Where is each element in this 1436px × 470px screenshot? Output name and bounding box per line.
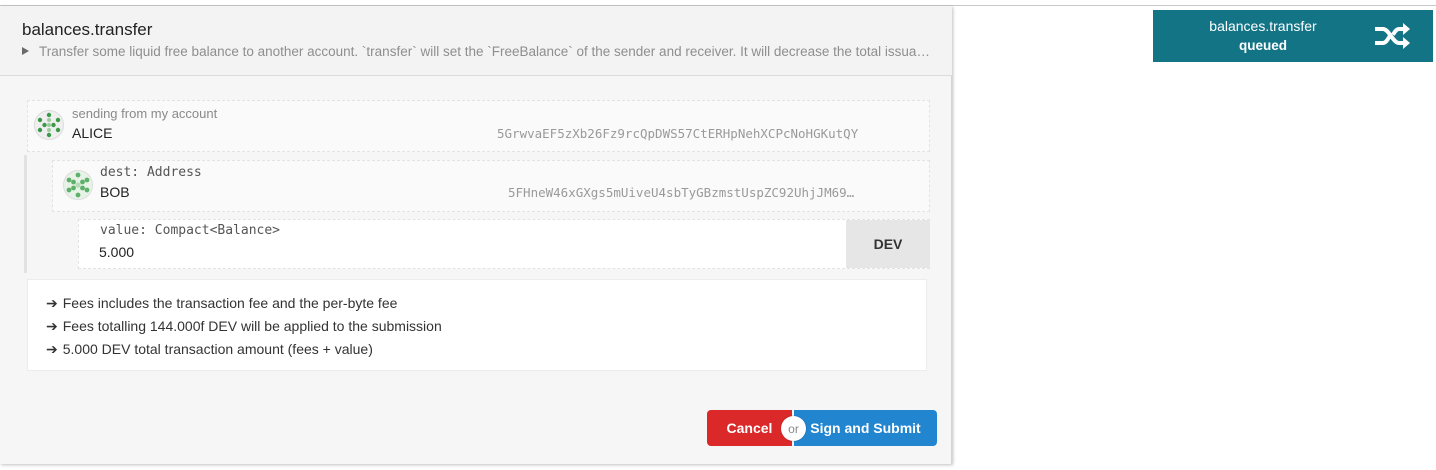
sign-and-submit-button[interactable]: Sign and Submit — [794, 410, 937, 446]
fee-info-box: ➔ Fees includes the transaction fee and t… — [27, 279, 927, 371]
dest-address: 5FHneW46xGXgs5mUiveU4sbTyGBzmstUspZC92Uh… — [508, 185, 855, 200]
cancel-button[interactable]: Cancel — [707, 410, 792, 446]
fee-info-line: ➔ 5.000 DEV total transaction amount (fee… — [46, 338, 926, 361]
modal-header: balances.transfer Transfer some liquid f… — [0, 6, 952, 76]
sender-identicon-icon — [34, 110, 64, 140]
sender-label: sending from my account — [72, 106, 218, 121]
fee-info-line: ➔ Fees includes the transaction fee and t… — [46, 292, 926, 315]
expand-caret-icon[interactable] — [22, 47, 29, 55]
unit-selector-button[interactable]: DEV — [846, 220, 930, 268]
value-label: value: Compact<Balance> — [100, 223, 281, 238]
arrow-right-icon: ➔ — [46, 295, 58, 311]
dest-name: BOB — [100, 184, 130, 200]
shuffle-icon — [1375, 23, 1410, 49]
dest-label: dest: Address — [100, 165, 202, 180]
sender-name: ALICE — [72, 125, 113, 141]
fee-info-line: ➔ Fees totalling 144.000f DEV will be app… — [46, 315, 926, 338]
status-toast[interactable]: balances.transfer queued — [1153, 10, 1433, 62]
toast-status: queued — [1238, 38, 1287, 53]
arrow-right-icon: ➔ — [46, 341, 58, 357]
modal-description[interactable]: Transfer some liquid free balance to ano… — [22, 44, 932, 59]
or-divider: or — [781, 416, 806, 441]
arrow-right-icon: ➔ — [46, 318, 58, 334]
sender-address: 5GrwvaEF5zXb26Fz9rcQpDWS57CtERHpNehXCPcN… — [497, 126, 859, 141]
value-amount-input[interactable]: 5.000 — [99, 244, 134, 260]
description-text: Transfer some liquid free balance to ano… — [39, 44, 932, 59]
toast-title: balances.transfer — [1209, 18, 1317, 34]
params-indent-bar — [24, 155, 27, 273]
dest-identicon-icon — [63, 170, 93, 200]
modal-title: balances.transfer — [22, 20, 153, 39]
